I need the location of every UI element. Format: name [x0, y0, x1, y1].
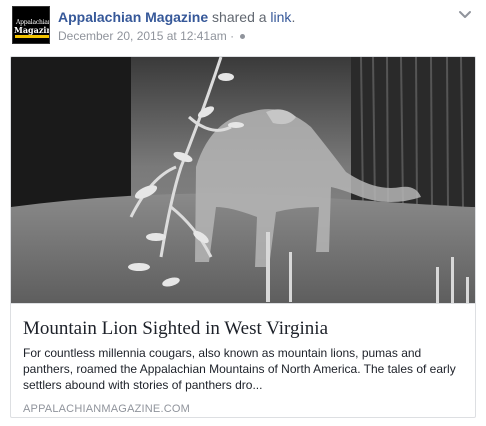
period-text: .	[291, 9, 296, 25]
link-preview-body: Mountain Lion Sighted in West Virginia F…	[11, 303, 475, 417]
post-timestamp[interactable]: December 20, 2015 at 12:41am	[58, 29, 227, 43]
post-header: Appalachian Magazine Appalachian Magazin…	[12, 6, 476, 44]
link-preview-domain: APPALACHIANMAGAZINE.COM	[23, 403, 190, 415]
facebook-post: Appalachian Magazine Appalachian Magazin…	[0, 0, 486, 426]
link-preview-card[interactable]: Mountain Lion Sighted in West Virginia F…	[10, 56, 476, 418]
meta-separator: ·	[226, 29, 238, 43]
link-preview-image[interactable]	[11, 57, 475, 303]
page-avatar[interactable]: Appalachian Magazine	[12, 6, 50, 44]
page-name-link[interactable]: Appalachian Magazine	[58, 9, 208, 25]
post-header-text: Appalachian Magazine shared a link. Dece…	[58, 8, 438, 44]
chevron-down-icon[interactable]	[458, 8, 472, 20]
globe-icon[interactable]	[240, 34, 246, 40]
link-preview-description: For countless millennia cougars, also kn…	[23, 346, 456, 392]
shared-text: shared a	[208, 9, 271, 25]
avatar-logo-stripe	[15, 35, 49, 38]
link-preview-title[interactable]: Mountain Lion Sighted in West Virginia	[23, 318, 463, 340]
post-author-line: Appalachian Magazine shared a link.	[58, 8, 438, 26]
shared-link-word[interactable]: link	[270, 9, 291, 25]
post-meta-line: December 20, 2015 at 12:41am ·	[58, 29, 438, 44]
avatar-logo-main: Magazine	[14, 25, 49, 35]
